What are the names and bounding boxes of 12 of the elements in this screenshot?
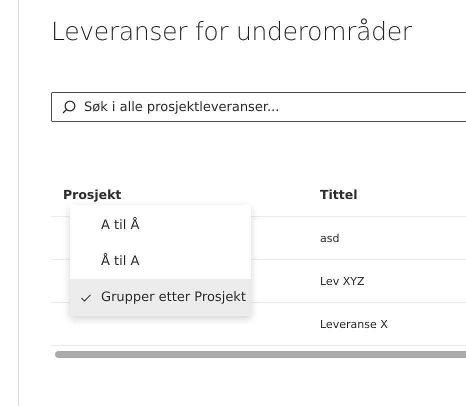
menu-item[interactable]: A til Å — [70, 207, 251, 243]
page-title: Leveranser for underområder — [51, 16, 413, 48]
table-cell-text: Lev XYZ — [319, 274, 366, 288]
search-icon — [62, 100, 76, 114]
search-field[interactable]: Søk i alle prosjektleveranser... — [51, 92, 466, 122]
column-header[interactable]: Prosjekt — [51, 187, 308, 202]
table-cell-text: Leveranse X — [319, 318, 389, 330]
menu-item[interactable]: Å til A — [70, 243, 251, 279]
column-header[interactable]: Tittel — [308, 187, 466, 202]
table-cell-text: asd — [319, 232, 340, 244]
scrollbar[interactable] — [55, 351, 466, 358]
menu-item[interactable]: Grupper etter Prosjekt — [70, 279, 251, 316]
